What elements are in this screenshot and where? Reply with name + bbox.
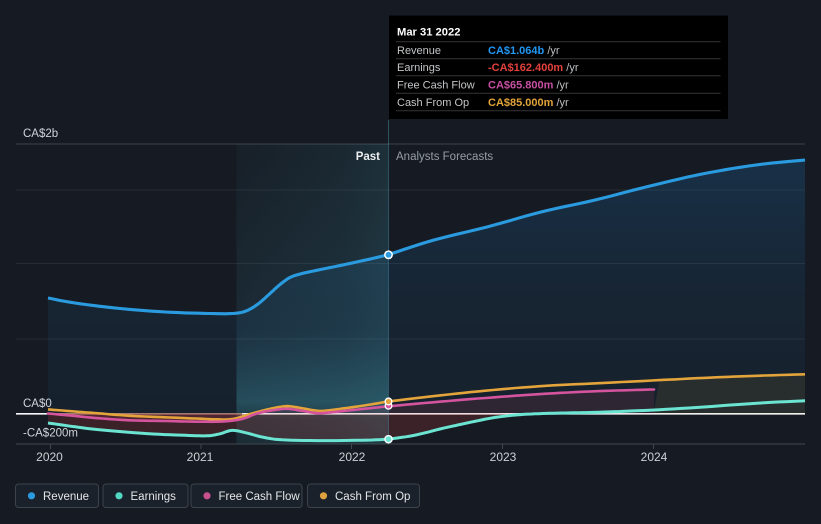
svg-text:2022: 2022 — [339, 450, 366, 464]
svg-text:Past: Past — [356, 151, 380, 163]
svg-text:-CA$162.400m /yr: -CA$162.400m /yr — [488, 62, 579, 74]
svg-text:Earnings: Earnings — [397, 62, 441, 74]
svg-text:CA$1.064b /yr: CA$1.064b /yr — [488, 45, 560, 57]
svg-text:Free Cash Flow: Free Cash Flow — [397, 79, 475, 91]
svg-text:2023: 2023 — [490, 450, 517, 464]
svg-text:Free Cash Flow: Free Cash Flow — [219, 491, 301, 503]
svg-text:2021: 2021 — [187, 450, 214, 464]
svg-text:Earnings: Earnings — [131, 491, 177, 503]
svg-text:Analysts Forecasts: Analysts Forecasts — [396, 151, 493, 163]
svg-text:Mar 31 2022: Mar 31 2022 — [397, 27, 460, 39]
svg-text:CA$85.000m /yr: CA$85.000m /yr — [488, 97, 569, 109]
svg-text:-CA$200m: -CA$200m — [23, 428, 78, 440]
svg-text:2020: 2020 — [36, 450, 63, 464]
svg-text:2024: 2024 — [641, 450, 668, 464]
svg-text:Revenue: Revenue — [43, 491, 89, 503]
svg-text:CA$2b: CA$2b — [23, 128, 58, 140]
svg-text:CA$0: CA$0 — [23, 398, 52, 410]
svg-text:Cash From Op: Cash From Op — [397, 97, 469, 109]
svg-text:Cash From Op: Cash From Op — [335, 491, 410, 503]
svg-text:CA$65.800m /yr: CA$65.800m /yr — [488, 79, 569, 91]
svg-text:Revenue: Revenue — [397, 45, 441, 57]
